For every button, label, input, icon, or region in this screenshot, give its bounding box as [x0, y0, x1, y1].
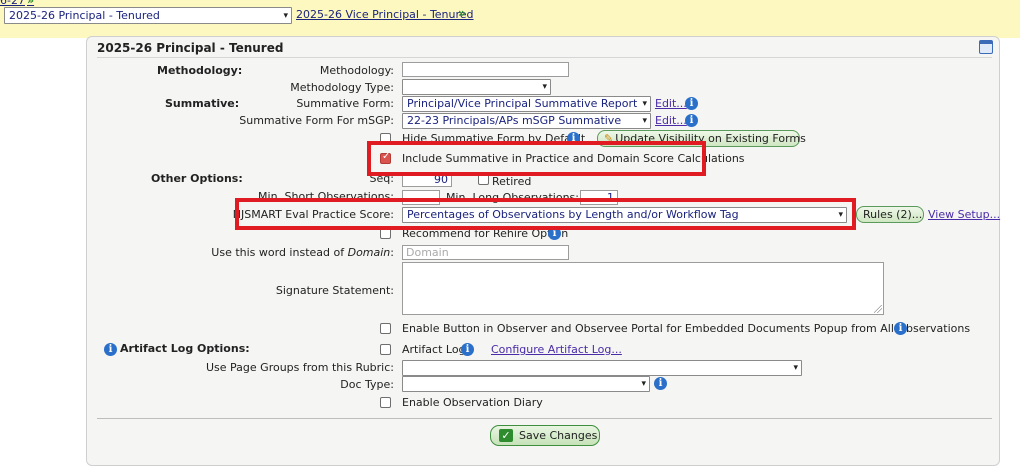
save-changes-button[interactable]: ✓ Save Changes: [490, 425, 600, 446]
summative-form-msgp-value: 22-23 Principals/APs mSGP Summative: [407, 114, 622, 127]
chevron-down-icon: ▾: [283, 10, 288, 21]
resize-grip-icon[interactable]: [874, 305, 882, 313]
footer-divider: [97, 418, 992, 419]
breadcrumb-link[interactable]: 6-27»: [0, 0, 34, 7]
domain-word-label: Use this word instead of Domain:: [211, 246, 394, 259]
next-plan-arrow-icon[interactable]: »: [458, 6, 466, 20]
next-plan-link[interactable]: 2025-26 Vice Principal - Tenured: [296, 8, 474, 21]
chevron-down-icon: ▾: [642, 116, 647, 126]
save-changes-label: Save Changes: [519, 429, 598, 442]
view-setup-link[interactable]: View Setup...: [928, 208, 1000, 221]
methodology-label: Methodology:: [319, 64, 394, 77]
info-icon[interactable]: i: [654, 377, 667, 390]
section-artifact-log: Artifact Log Options:: [120, 342, 250, 355]
info-icon[interactable]: i: [104, 343, 117, 356]
title-divider: [97, 57, 992, 58]
summative-form-label: Summative Form:: [296, 97, 394, 110]
artifact-log-label: Artifact Log: [402, 343, 466, 356]
chevron-down-icon: ▾: [641, 379, 646, 389]
info-icon[interactable]: i: [685, 97, 698, 110]
observation-diary-checkbox[interactable]: [380, 397, 391, 408]
summative-form-msgp-label: Summative Form For mSGP:: [239, 114, 394, 127]
highlight-box-njsmart-score: [235, 198, 856, 230]
summative-form-edit-link[interactable]: Edit...: [655, 97, 687, 110]
signature-textarea[interactable]: [402, 262, 884, 315]
methodology-type-select[interactable]: ▾: [402, 79, 551, 95]
breadcrumb-arrow-icon: »: [26, 0, 35, 7]
artifact-log-checkbox[interactable]: [380, 344, 391, 355]
chevron-down-icon: ▾: [542, 82, 547, 92]
embedded-docs-checkbox[interactable]: [380, 323, 391, 334]
summative-form-msgp-edit-link[interactable]: Edit...: [655, 114, 687, 127]
methodology-type-label: Methodology Type:: [290, 81, 394, 94]
plan-select[interactable]: 2025-26 Principal - Tenured ▾: [4, 7, 292, 24]
info-icon[interactable]: i: [461, 343, 474, 356]
doc-type-select[interactable]: ▾: [402, 376, 650, 392]
summative-form-select[interactable]: Principal/Vice Principal Summative Repor…: [402, 96, 651, 112]
rules-button[interactable]: Rules (2)...: [856, 206, 924, 223]
section-other-options: Other Options:: [151, 172, 243, 185]
retired-label: Retired: [492, 175, 532, 188]
summative-form-msgp-select[interactable]: 22-23 Principals/APs mSGP Summative ▾: [402, 113, 651, 129]
highlight-box-include-summative: [367, 141, 706, 176]
methodology-input[interactable]: [402, 62, 569, 77]
info-icon[interactable]: i: [894, 322, 907, 335]
chevron-down-icon: ▾: [793, 363, 798, 373]
page-title: 2025-26 Principal - Tenured: [97, 41, 284, 55]
check-icon: ✓: [499, 429, 513, 442]
summative-form-value: Principal/Vice Principal Summative Repor…: [407, 97, 638, 110]
domain-word-input[interactable]: Domain: [402, 245, 569, 260]
doc-type-label: Doc Type:: [340, 378, 394, 391]
calendar-icon[interactable]: [979, 40, 993, 54]
embedded-docs-label: Enable Button in Observer and Observee P…: [402, 322, 971, 335]
section-methodology: Methodology:: [157, 64, 243, 77]
page-groups-label: Use Page Groups from this Rubric:: [206, 361, 394, 374]
chevron-down-icon: ▾: [642, 99, 647, 109]
page-groups-select[interactable]: ▾: [402, 360, 802, 376]
section-summative: Summative:: [165, 97, 240, 110]
plan-select-value: 2025-26 Principal - Tenured: [9, 9, 160, 22]
observation-diary-label: Enable Observation Diary: [402, 396, 543, 409]
signature-label: Signature Statement:: [275, 284, 394, 297]
info-icon[interactable]: i: [685, 114, 698, 127]
configure-artifact-log-link[interactable]: Configure Artifact Log...: [491, 343, 622, 356]
